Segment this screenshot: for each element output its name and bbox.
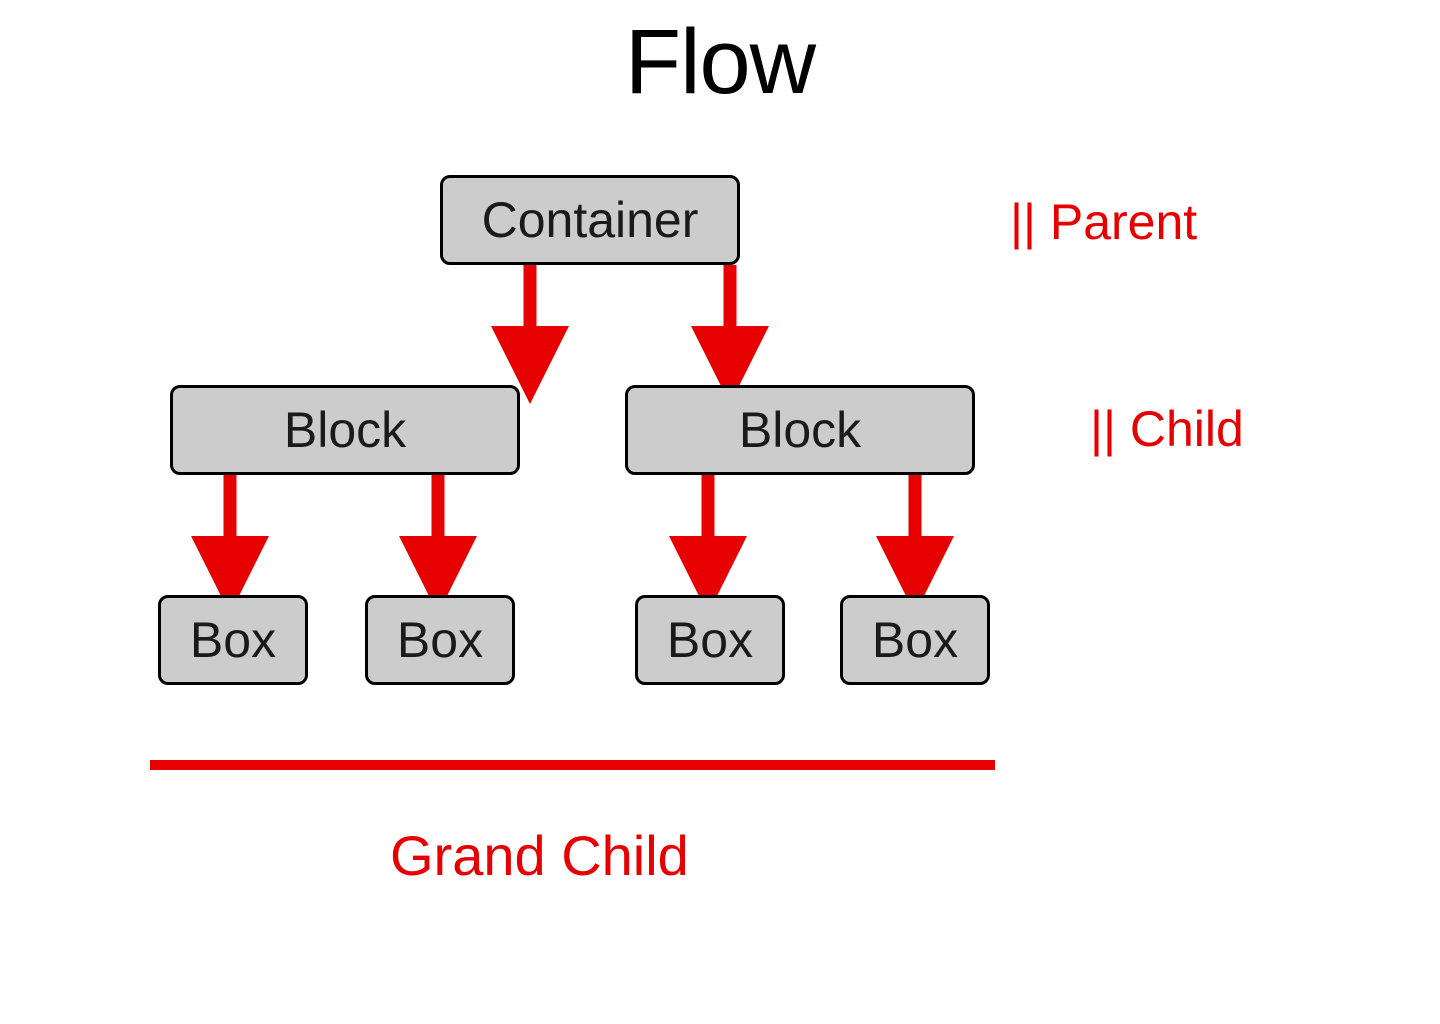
annotation-parent: || Parent [1010,193,1197,251]
annotation-grandchild: Grand Child [390,823,689,888]
node-container-label: Container [482,191,699,249]
node-box-1: Box [158,595,308,685]
arrow-block-left-to-box-2 [408,475,468,605]
node-box-4-label: Box [872,611,958,669]
node-block-left: Block [170,385,520,475]
node-block-right: Block [625,385,975,475]
diagram-title: Flow [625,10,815,115]
node-container: Container [440,175,740,265]
arrow-block-right-to-box-3 [678,475,738,605]
arrow-container-to-block-right [700,265,760,395]
node-box-1-label: Box [190,611,276,669]
flow-diagram: Flow Container Block Block [70,0,1370,1024]
arrow-block-left-to-box-1 [200,475,260,605]
grandchild-underline [150,760,995,770]
arrow-container-to-block-left [500,265,560,395]
node-block-left-label: Block [284,401,406,459]
node-box-3: Box [635,595,785,685]
node-box-4: Box [840,595,990,685]
node-block-right-label: Block [739,401,861,459]
node-box-3-label: Box [667,611,753,669]
arrow-block-right-to-box-4 [885,475,945,605]
node-box-2: Box [365,595,515,685]
annotation-child: || Child [1090,400,1244,458]
node-box-2-label: Box [397,611,483,669]
